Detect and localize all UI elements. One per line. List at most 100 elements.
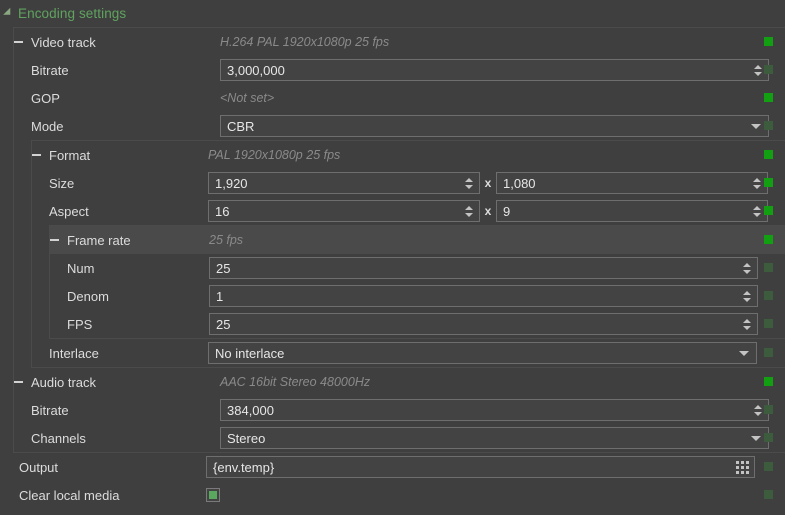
row-format[interactable]: Format PAL 1920x1080p 25 fps [32, 141, 785, 169]
label-audio-track: Audio track [31, 374, 97, 390]
status-indicator-fps [764, 319, 773, 328]
row-gop[interactable]: GOP <Not set> [14, 84, 785, 112]
bitrate-video-value: 3,000,000 [227, 62, 285, 78]
denom-input[interactable]: 1 [209, 285, 758, 307]
label-num: Num [67, 260, 95, 276]
summary-frame-rate: 25 fps [209, 233, 244, 247]
status-indicator-output [764, 462, 773, 471]
fps-value: 25 [216, 316, 231, 332]
label-clear-local-media: Clear local media [19, 487, 120, 503]
summary-format: PAL 1920x1080p 25 fps [208, 148, 341, 162]
dot-grid-icon[interactable] [736, 460, 749, 474]
row-num[interactable]: Num 25 [50, 254, 785, 282]
status-indicator-denom [764, 291, 773, 300]
bitrate-video-input[interactable]: 3,000,000 [220, 59, 769, 81]
panel-title-row[interactable]: Encoding settings [0, 0, 785, 27]
settings-group-frame-rate: Frame rate 25 fps Num 25 Denom 1 FPS 25 [49, 225, 785, 339]
settings-group-format: Format PAL 1920x1080p 25 fps Size 1,920 [31, 140, 785, 368]
value-area: H.264 PAL 1920x1080p 25 fps [14, 28, 785, 56]
status-indicator-size [764, 178, 773, 187]
row-channels[interactable]: Channels Stereo [14, 424, 785, 452]
size-height-input[interactable]: 1,080 [496, 172, 768, 194]
triangle-collapse-icon[interactable] [3, 7, 14, 19]
fps-stepper[interactable] [740, 315, 753, 333]
collapse-minus-icon[interactable] [14, 41, 23, 43]
status-indicator-interlace [764, 348, 773, 357]
status-indicator-clear-local-media [764, 490, 773, 499]
clear-local-media-checkbox[interactable] [206, 488, 220, 502]
size-height-stepper[interactable] [750, 174, 763, 192]
status-indicator-frame-rate [764, 235, 773, 244]
status-indicator-gop [764, 93, 773, 102]
row-frame-rate[interactable]: Frame rate 25 fps [50, 226, 785, 254]
mode-select[interactable]: CBR [220, 115, 769, 137]
summary-audio-track: AAC 16bit Stereo 48000Hz [220, 375, 371, 389]
status-indicator-mode [764, 121, 773, 130]
row-denom[interactable]: Denom 1 [50, 282, 785, 310]
aspect-num-input[interactable]: 16 [208, 200, 480, 222]
aspect-separator: x [484, 204, 492, 218]
label-bitrate-audio: Bitrate [31, 402, 69, 418]
aspect-den-value: 9 [503, 203, 511, 219]
label-size: Size [49, 175, 75, 191]
label-video-track: Video track [31, 34, 96, 50]
status-indicator-num [764, 263, 773, 272]
interlace-select[interactable]: No interlace [208, 342, 757, 364]
label-interlace: Interlace [49, 345, 99, 361]
chevron-down-icon[interactable] [751, 435, 761, 441]
row-size[interactable]: Size 1,920 x 1,080 [32, 169, 785, 197]
label-channels: Channels [31, 430, 86, 446]
bitrate-audio-input[interactable]: 384,000 [220, 399, 769, 421]
row-bitrate-audio[interactable]: Bitrate 384,000 [14, 396, 785, 424]
encoding-settings-panel: Encoding settings Video track H.264 PAL … [0, 0, 785, 515]
bitrate-video-stepper[interactable] [751, 61, 764, 79]
label-fps: FPS [67, 316, 93, 332]
denom-value: 1 [216, 288, 224, 304]
settings-group-root: Video track H.264 PAL 1920x1080p 25 fps … [13, 27, 785, 453]
row-clear-local-media[interactable]: Clear local media [0, 481, 785, 509]
label-frame-rate: Frame rate [67, 232, 131, 248]
row-video-track[interactable]: Video track H.264 PAL 1920x1080p 25 fps [14, 28, 785, 56]
row-interlace[interactable]: Interlace No interlace [32, 339, 785, 367]
status-indicator-bitrate-video [764, 65, 773, 74]
collapse-minus-icon[interactable] [14, 381, 23, 383]
row-audio-track[interactable]: Audio track AAC 16bit Stereo 48000Hz [14, 368, 785, 396]
bitrate-audio-stepper[interactable] [751, 401, 764, 419]
size-separator: x [484, 176, 492, 190]
interlace-selected-value: No interlace [215, 345, 285, 361]
fps-input[interactable]: 25 [209, 313, 758, 335]
collapse-minus-icon[interactable] [32, 154, 41, 156]
chevron-down-icon[interactable] [751, 123, 761, 129]
aspect-num-value: 16 [215, 203, 230, 219]
status-indicator-audio-track [764, 377, 773, 386]
aspect-den-input[interactable]: 9 [496, 200, 768, 222]
collapse-minus-icon[interactable] [50, 239, 59, 241]
status-indicator-aspect [764, 206, 773, 215]
num-stepper[interactable] [740, 259, 753, 277]
status-indicator-bitrate-audio [764, 405, 773, 414]
row-bitrate-video[interactable]: Bitrate 3,000,000 [14, 56, 785, 84]
num-value: 25 [216, 260, 231, 276]
size-width-value: 1,920 [215, 175, 248, 191]
row-fps[interactable]: FPS 25 [50, 310, 785, 338]
num-input[interactable]: 25 [209, 257, 758, 279]
output-path-input[interactable]: {env.temp} [206, 456, 755, 478]
row-aspect[interactable]: Aspect 16 x 9 [32, 197, 785, 225]
channels-selected-value: Stereo [227, 430, 266, 446]
aspect-num-stepper[interactable] [462, 202, 475, 220]
bitrate-audio-value: 384,000 [227, 402, 274, 418]
channels-select[interactable]: Stereo [220, 427, 769, 449]
chevron-down-icon[interactable] [739, 350, 749, 356]
label-format: Format [49, 147, 91, 163]
status-indicator-format [764, 150, 773, 159]
aspect-den-stepper[interactable] [750, 202, 763, 220]
size-width-stepper[interactable] [462, 174, 475, 192]
row-mode[interactable]: Mode CBR [14, 112, 785, 140]
denom-stepper[interactable] [740, 287, 753, 305]
row-output[interactable]: Output {env.temp} [0, 453, 785, 481]
label-aspect: Aspect [49, 203, 89, 219]
mode-selected-value: CBR [227, 118, 255, 134]
size-width-input[interactable]: 1,920 [208, 172, 480, 194]
label-bitrate-video: Bitrate [31, 62, 69, 78]
summary-gop: <Not set> [220, 91, 275, 105]
